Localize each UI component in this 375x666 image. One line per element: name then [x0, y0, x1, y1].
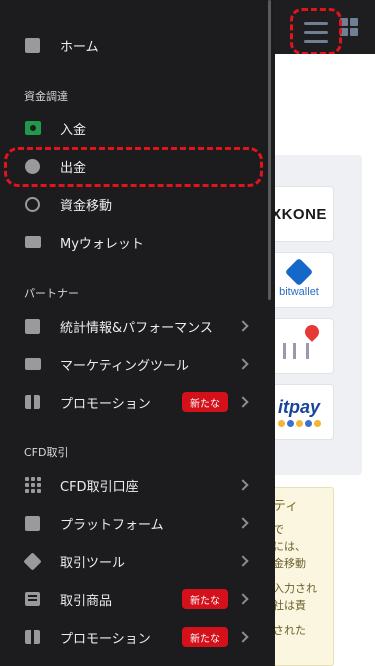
- menu-item-label: CFD取引口座: [60, 479, 139, 495]
- drawer-scrollbar[interactable]: [268, 0, 271, 300]
- marketing-icon: [24, 356, 41, 373]
- crypto-coins-icon: [277, 420, 321, 427]
- menu-item-label: プロモーション: [60, 396, 151, 412]
- menu-item-trading-tools[interactable]: 取引ツール: [0, 543, 268, 579]
- menu-item-label: マーケティングツール: [60, 358, 189, 374]
- bank-location-icon: [279, 322, 322, 359]
- transfer-icon: [24, 196, 41, 213]
- menu-item-label: 統計情報&パフォーマンス: [60, 320, 213, 336]
- notice-line: された: [273, 624, 306, 637]
- chevron-right-icon: [237, 555, 249, 567]
- gift-icon: [24, 629, 41, 646]
- menu-item-platform[interactable]: プラットフォーム: [0, 505, 268, 541]
- deposit-icon: [24, 120, 41, 137]
- platform-icon: [24, 515, 41, 532]
- products-list-icon: [24, 591, 41, 608]
- menu-item-home[interactable]: ホーム: [0, 27, 268, 63]
- apps-grid-icon[interactable]: [340, 18, 358, 36]
- notice-line: 社は責: [273, 599, 306, 612]
- wallet-icon: [24, 234, 41, 251]
- notice-line: 入力され: [273, 582, 317, 595]
- accounts-grid-icon: [24, 477, 41, 494]
- menu-item-marketing-tools[interactable]: マーケティングツール: [0, 346, 268, 382]
- tools-tag-icon: [23, 551, 42, 571]
- xkone-logo: XKONE: [271, 205, 327, 223]
- chevron-right-icon: [237, 517, 249, 529]
- section-partner: パートナー: [24, 287, 79, 300]
- stats-icon: [24, 318, 41, 335]
- menu-item-transfer[interactable]: 資金移動: [0, 186, 268, 222]
- menu-item-label: ホーム: [60, 39, 99, 55]
- menu-item-stats[interactable]: 統計情報&パフォーマンス: [0, 308, 268, 344]
- chevron-right-icon: [237, 358, 249, 370]
- chevron-right-icon: [237, 593, 249, 605]
- menu-item-label: プロモーション: [60, 631, 151, 647]
- itpay-logo: itpay: [277, 397, 320, 417]
- notice-line: で: [273, 523, 284, 536]
- menu-item-label: プラットフォーム: [60, 517, 164, 533]
- menu-highlight-annotation: [290, 8, 342, 55]
- bitwallet-logo-icon: [284, 257, 314, 287]
- section-cfd: CFD取引: [24, 446, 69, 459]
- new-badge: 新たな: [182, 627, 228, 647]
- menu-item-label: Myウォレット: [60, 236, 144, 252]
- chart-bar-icon: [24, 37, 41, 54]
- gift-icon: [24, 394, 41, 411]
- notice-line: 金移動: [273, 557, 306, 570]
- section-funds: 資金調達: [24, 90, 68, 103]
- notice-title: ティ: [273, 499, 299, 514]
- menu-item-deposit[interactable]: 入金: [0, 110, 268, 146]
- menu-item-my-wallet[interactable]: Myウォレット: [0, 224, 268, 260]
- menu-item-promotion-partner[interactable]: プロモーション 新たな: [0, 384, 268, 420]
- menu-item-cfd-accounts[interactable]: CFD取引口座: [0, 467, 268, 503]
- new-badge: 新たな: [182, 392, 228, 412]
- chevron-right-icon: [237, 631, 249, 643]
- menu-item-label: 資金移動: [60, 198, 113, 214]
- bitwallet-logo: bitwallet: [279, 286, 319, 298]
- chevron-right-icon: [237, 320, 249, 332]
- notice-line: には、: [273, 540, 306, 553]
- navigation-drawer: ホーム 資金調達 入金 出金 資金移動 Myウォレット パートナー 統計情報&パ…: [0, 0, 275, 666]
- menu-item-label: 取引商品: [60, 593, 113, 609]
- new-badge: 新たな: [182, 589, 228, 609]
- withdraw-highlight-annotation: [4, 147, 263, 187]
- menu-item-promotion-cfd[interactable]: プロモーション 新たな: [0, 619, 268, 655]
- menu-item-label: 入金: [60, 122, 87, 138]
- menu-item-trading-products[interactable]: 取引商品 新たな: [0, 581, 268, 617]
- menu-item-label: 取引ツール: [60, 555, 126, 571]
- chevron-right-icon: [237, 479, 249, 491]
- chevron-right-icon: [237, 396, 249, 408]
